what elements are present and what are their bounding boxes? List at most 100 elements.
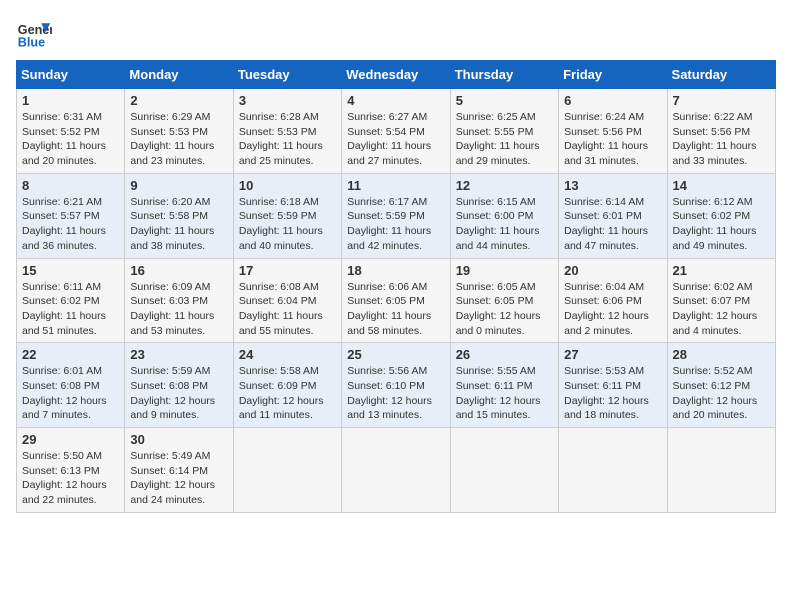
day-number: 3 [239,93,336,108]
calendar-cell: 19 Sunrise: 6:05 AM Sunset: 6:05 PM Dayl… [450,258,558,343]
day-info: Sunrise: 6:11 AM Sunset: 6:02 PM Dayligh… [22,280,119,339]
calendar-cell: 17 Sunrise: 6:08 AM Sunset: 6:04 PM Dayl… [233,258,341,343]
day-number: 20 [564,263,661,278]
day-number: 11 [347,178,444,193]
day-info: Sunrise: 6:27 AM Sunset: 5:54 PM Dayligh… [347,110,444,169]
day-number: 10 [239,178,336,193]
calendar-cell: 7 Sunrise: 6:22 AM Sunset: 5:56 PM Dayli… [667,89,775,174]
calendar-cell: 30 Sunrise: 5:49 AM Sunset: 6:14 PM Dayl… [125,428,233,513]
calendar-cell: 16 Sunrise: 6:09 AM Sunset: 6:03 PM Dayl… [125,258,233,343]
column-header-thursday: Thursday [450,61,558,89]
column-header-tuesday: Tuesday [233,61,341,89]
page-header: General Blue [16,16,776,52]
day-number: 30 [130,432,227,447]
day-info: Sunrise: 6:31 AM Sunset: 5:52 PM Dayligh… [22,110,119,169]
calendar-cell [233,428,341,513]
calendar-cell: 4 Sunrise: 6:27 AM Sunset: 5:54 PM Dayli… [342,89,450,174]
day-number: 17 [239,263,336,278]
calendar-cell [667,428,775,513]
column-header-monday: Monday [125,61,233,89]
day-info: Sunrise: 6:25 AM Sunset: 5:55 PM Dayligh… [456,110,553,169]
day-number: 7 [673,93,770,108]
day-number: 27 [564,347,661,362]
calendar-cell: 26 Sunrise: 5:55 AM Sunset: 6:11 PM Dayl… [450,343,558,428]
calendar-cell [342,428,450,513]
calendar-cell: 24 Sunrise: 5:58 AM Sunset: 6:09 PM Dayl… [233,343,341,428]
day-number: 26 [456,347,553,362]
day-number: 18 [347,263,444,278]
day-info: Sunrise: 5:49 AM Sunset: 6:14 PM Dayligh… [130,449,227,508]
calendar-week-row: 22 Sunrise: 6:01 AM Sunset: 6:08 PM Dayl… [17,343,776,428]
calendar-cell: 11 Sunrise: 6:17 AM Sunset: 5:59 PM Dayl… [342,173,450,258]
calendar-cell: 9 Sunrise: 6:20 AM Sunset: 5:58 PM Dayli… [125,173,233,258]
day-info: Sunrise: 6:21 AM Sunset: 5:57 PM Dayligh… [22,195,119,254]
calendar-cell: 2 Sunrise: 6:29 AM Sunset: 5:53 PM Dayli… [125,89,233,174]
calendar-cell: 22 Sunrise: 6:01 AM Sunset: 6:08 PM Dayl… [17,343,125,428]
calendar-cell: 5 Sunrise: 6:25 AM Sunset: 5:55 PM Dayli… [450,89,558,174]
column-header-wednesday: Wednesday [342,61,450,89]
day-info: Sunrise: 6:06 AM Sunset: 6:05 PM Dayligh… [347,280,444,339]
day-number: 28 [673,347,770,362]
calendar-cell: 23 Sunrise: 5:59 AM Sunset: 6:08 PM Dayl… [125,343,233,428]
day-number: 4 [347,93,444,108]
logo: General Blue [16,16,52,52]
day-info: Sunrise: 6:12 AM Sunset: 6:02 PM Dayligh… [673,195,770,254]
calendar-table: SundayMondayTuesdayWednesdayThursdayFrid… [16,60,776,513]
column-header-saturday: Saturday [667,61,775,89]
day-info: Sunrise: 6:05 AM Sunset: 6:05 PM Dayligh… [456,280,553,339]
day-number: 21 [673,263,770,278]
day-info: Sunrise: 5:59 AM Sunset: 6:08 PM Dayligh… [130,364,227,423]
day-number: 13 [564,178,661,193]
calendar-cell: 21 Sunrise: 6:02 AM Sunset: 6:07 PM Dayl… [667,258,775,343]
calendar-cell: 14 Sunrise: 6:12 AM Sunset: 6:02 PM Dayl… [667,173,775,258]
day-number: 14 [673,178,770,193]
day-info: Sunrise: 6:18 AM Sunset: 5:59 PM Dayligh… [239,195,336,254]
calendar-cell: 15 Sunrise: 6:11 AM Sunset: 6:02 PM Dayl… [17,258,125,343]
day-info: Sunrise: 6:14 AM Sunset: 6:01 PM Dayligh… [564,195,661,254]
day-info: Sunrise: 6:28 AM Sunset: 5:53 PM Dayligh… [239,110,336,169]
day-number: 29 [22,432,119,447]
calendar-cell: 29 Sunrise: 5:50 AM Sunset: 6:13 PM Dayl… [17,428,125,513]
column-header-sunday: Sunday [17,61,125,89]
calendar-week-row: 1 Sunrise: 6:31 AM Sunset: 5:52 PM Dayli… [17,89,776,174]
day-info: Sunrise: 5:53 AM Sunset: 6:11 PM Dayligh… [564,364,661,423]
calendar-cell: 25 Sunrise: 5:56 AM Sunset: 6:10 PM Dayl… [342,343,450,428]
calendar-cell: 6 Sunrise: 6:24 AM Sunset: 5:56 PM Dayli… [559,89,667,174]
day-number: 24 [239,347,336,362]
day-number: 19 [456,263,553,278]
calendar-cell: 18 Sunrise: 6:06 AM Sunset: 6:05 PM Dayl… [342,258,450,343]
day-info: Sunrise: 6:20 AM Sunset: 5:58 PM Dayligh… [130,195,227,254]
day-number: 15 [22,263,119,278]
calendar-week-row: 8 Sunrise: 6:21 AM Sunset: 5:57 PM Dayli… [17,173,776,258]
calendar-cell: 12 Sunrise: 6:15 AM Sunset: 6:00 PM Dayl… [450,173,558,258]
calendar-week-row: 29 Sunrise: 5:50 AM Sunset: 6:13 PM Dayl… [17,428,776,513]
day-info: Sunrise: 6:01 AM Sunset: 6:08 PM Dayligh… [22,364,119,423]
calendar-cell: 20 Sunrise: 6:04 AM Sunset: 6:06 PM Dayl… [559,258,667,343]
day-number: 12 [456,178,553,193]
day-number: 22 [22,347,119,362]
svg-text:Blue: Blue [18,36,45,50]
calendar-cell: 27 Sunrise: 5:53 AM Sunset: 6:11 PM Dayl… [559,343,667,428]
day-info: Sunrise: 5:58 AM Sunset: 6:09 PM Dayligh… [239,364,336,423]
day-info: Sunrise: 5:50 AM Sunset: 6:13 PM Dayligh… [22,449,119,508]
column-header-friday: Friday [559,61,667,89]
day-number: 9 [130,178,227,193]
calendar-cell: 1 Sunrise: 6:31 AM Sunset: 5:52 PM Dayli… [17,89,125,174]
day-info: Sunrise: 6:17 AM Sunset: 5:59 PM Dayligh… [347,195,444,254]
day-number: 5 [456,93,553,108]
day-number: 8 [22,178,119,193]
day-info: Sunrise: 5:52 AM Sunset: 6:12 PM Dayligh… [673,364,770,423]
calendar-week-row: 15 Sunrise: 6:11 AM Sunset: 6:02 PM Dayl… [17,258,776,343]
day-info: Sunrise: 6:29 AM Sunset: 5:53 PM Dayligh… [130,110,227,169]
day-info: Sunrise: 6:02 AM Sunset: 6:07 PM Dayligh… [673,280,770,339]
logo-icon: General Blue [16,16,52,52]
day-info: Sunrise: 6:24 AM Sunset: 5:56 PM Dayligh… [564,110,661,169]
calendar-cell: 8 Sunrise: 6:21 AM Sunset: 5:57 PM Dayli… [17,173,125,258]
calendar-cell [450,428,558,513]
day-info: Sunrise: 6:15 AM Sunset: 6:00 PM Dayligh… [456,195,553,254]
day-number: 16 [130,263,227,278]
day-number: 2 [130,93,227,108]
day-info: Sunrise: 6:08 AM Sunset: 6:04 PM Dayligh… [239,280,336,339]
day-number: 6 [564,93,661,108]
calendar-cell: 13 Sunrise: 6:14 AM Sunset: 6:01 PM Dayl… [559,173,667,258]
